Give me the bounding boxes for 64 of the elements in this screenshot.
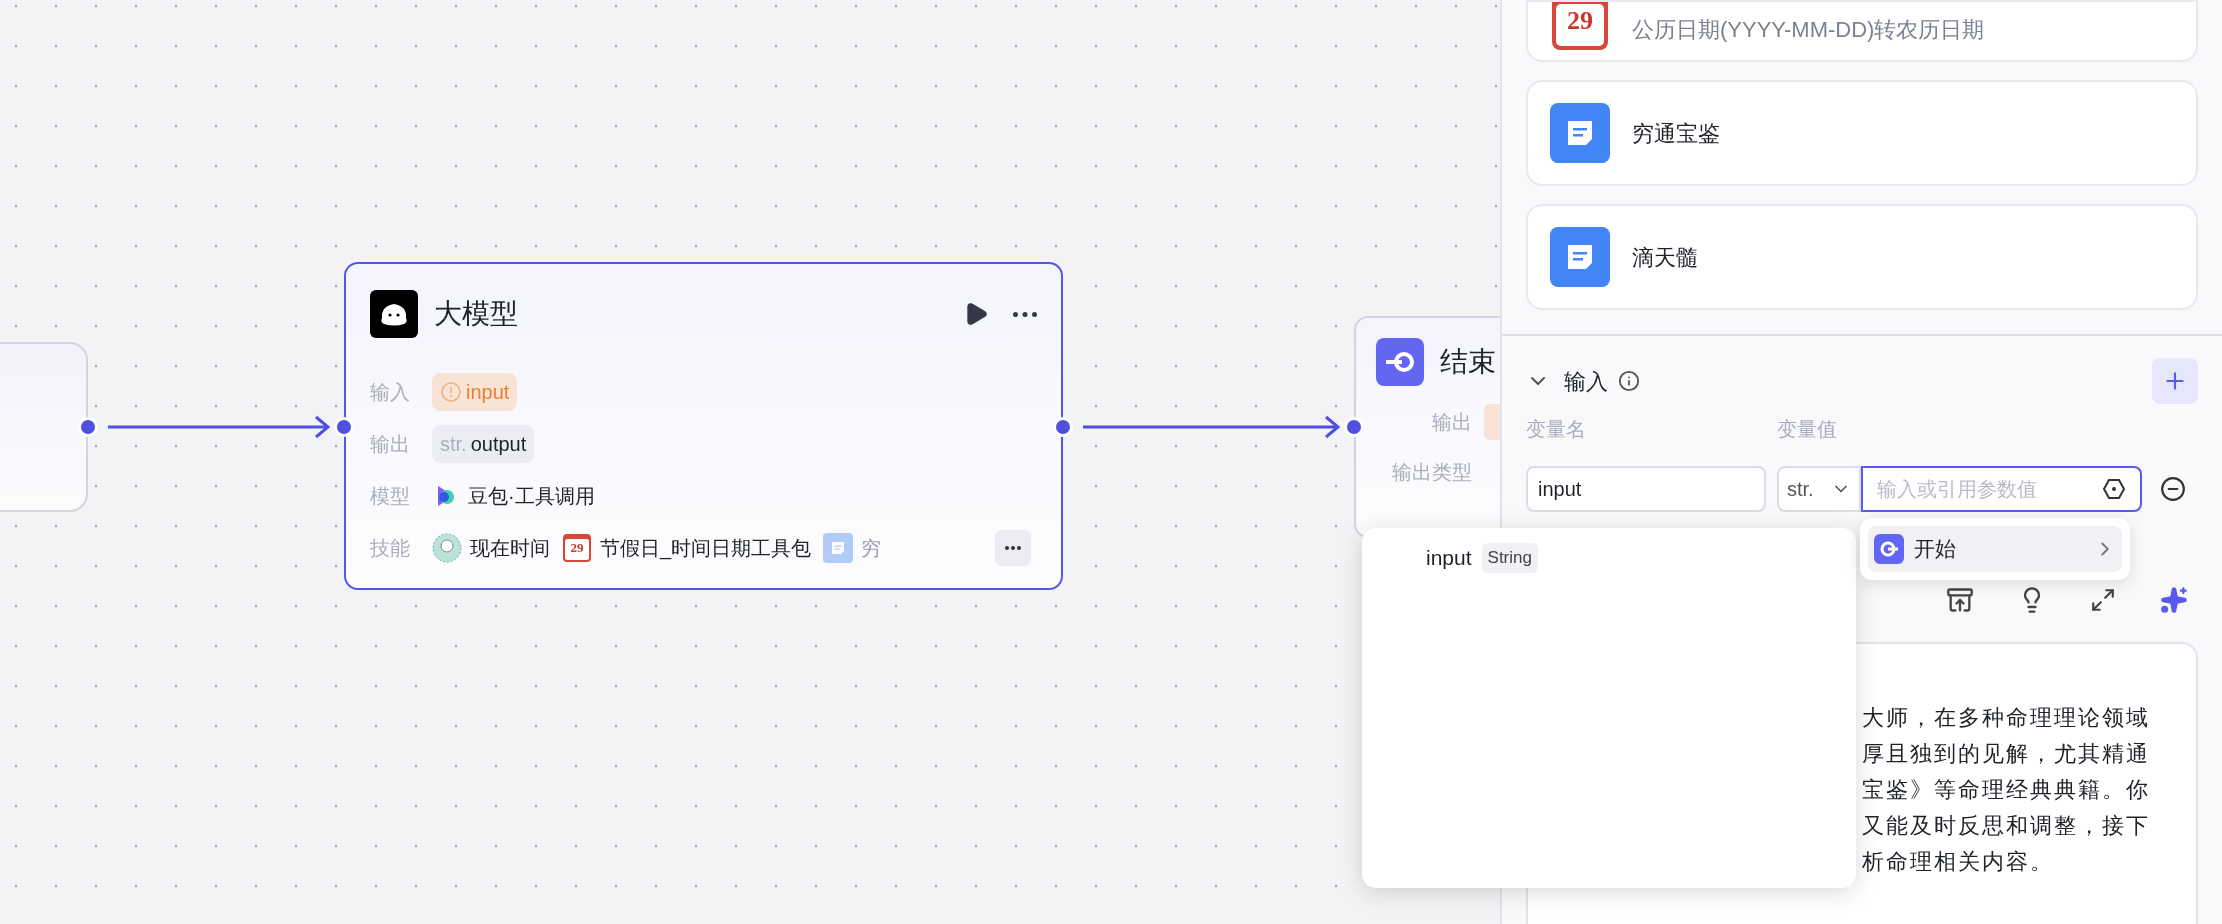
prompt-text-line: 析命理相关内容。 xyxy=(1862,848,2055,876)
sparkles-icon[interactable] xyxy=(2160,586,2188,614)
row-label: 输出 xyxy=(1431,410,1472,435)
row-label: 输出 xyxy=(370,432,411,457)
prompt-text-line: 又能及时反思和调整，接下 xyxy=(1862,812,2151,840)
knowledge-card[interactable]: 29 公历日期(YYYY-MM-DD)转农历日期 xyxy=(1526,0,2198,62)
document-icon xyxy=(1550,103,1610,163)
connection-port[interactable] xyxy=(78,417,98,437)
more-button[interactable] xyxy=(1013,311,1037,317)
row-label: 技能 xyxy=(370,536,411,561)
skill-name: 节假日_时间日期工具包 xyxy=(600,536,812,562)
document-icon xyxy=(1550,227,1610,287)
ghost-logo-icon xyxy=(370,290,418,338)
knowledge-card[interactable]: 穷通宝鉴 xyxy=(1526,80,2198,186)
skill-name: 穷 xyxy=(861,536,882,561)
knowledge-card[interactable]: 滴天髓 xyxy=(1526,204,2198,310)
prompt-text-line: 大师，在多种命理理论领域 xyxy=(1862,704,2151,732)
skill-name: 现在时间 xyxy=(470,536,550,561)
section-title: 输入 xyxy=(1564,367,1608,396)
ellipsis-icon xyxy=(1005,546,1021,550)
connection-port[interactable] xyxy=(1053,417,1073,437)
remove-icon[interactable] xyxy=(2160,476,2186,502)
model-name: 豆包·工具调用 xyxy=(468,484,595,509)
node-title: 大模型 xyxy=(434,297,518,331)
output-name: output xyxy=(470,432,527,457)
llm-node[interactable]: 大模型 输入 input 输出 str. output 模型 豆包·工具调用 技能 现在时间 29 节假日_时间日期工具包 穷 xyxy=(344,262,1063,590)
info-icon[interactable] xyxy=(1618,370,1640,392)
expand-icon[interactable] xyxy=(2090,587,2116,613)
variable-option[interactable]: input String xyxy=(1426,538,1856,578)
end-node[interactable]: 结束 输出 输出类型 xyxy=(1354,316,1500,538)
card-text: 滴天髓 xyxy=(1632,243,1698,272)
type-select[interactable]: str. xyxy=(1777,466,1861,512)
card-text: 公历日期(YYYY-MM-DD)转农历日期 xyxy=(1632,16,1985,44)
input-name: input xyxy=(466,380,510,405)
archive-upload-icon[interactable] xyxy=(1946,586,1974,614)
more-skills-button[interactable] xyxy=(995,530,1031,566)
calendar-icon xyxy=(1550,2,1610,52)
calendar-date: 29 xyxy=(570,541,584,554)
row-label: 输入 xyxy=(370,380,411,405)
column-header: 变量名 xyxy=(1526,417,1587,442)
warning-icon xyxy=(440,381,462,403)
card-text: 穷通宝鉴 xyxy=(1632,119,1720,148)
prompt-text-line: 厚且独到的见解，尤其精通 xyxy=(1862,740,2151,768)
variable-value-field[interactable]: 输入或引用参数值 xyxy=(1861,466,2142,512)
node-title: 结束 xyxy=(1440,345,1496,379)
prompt-text-line: 宝鉴》等命理经典典籍。你 xyxy=(1862,776,2151,804)
document-icon xyxy=(823,533,854,563)
column-header: 变量值 xyxy=(1777,417,1837,442)
row-label: 模型 xyxy=(370,484,411,509)
ellipsis-icon xyxy=(1013,311,1037,317)
add-button[interactable] xyxy=(2152,358,2198,404)
end-node-icon xyxy=(1376,338,1424,386)
start-node-icon xyxy=(1874,534,1904,564)
type-label: str. xyxy=(440,432,467,457)
connection-port[interactable] xyxy=(1344,417,1364,437)
connection-port[interactable] xyxy=(334,417,354,437)
hexagon-icon[interactable] xyxy=(2102,477,2126,501)
value-input[interactable]: 输入或引用参数值 xyxy=(1877,474,2102,504)
row-label: 输出类型 xyxy=(1391,460,1472,485)
type-tag: String xyxy=(1481,543,1538,573)
calendar-date: 29 xyxy=(1567,8,1593,34)
menu-item[interactable]: 开始 xyxy=(1868,526,2122,572)
calendar-icon xyxy=(562,533,592,563)
variable-name-field[interactable]: input xyxy=(1526,466,1766,512)
